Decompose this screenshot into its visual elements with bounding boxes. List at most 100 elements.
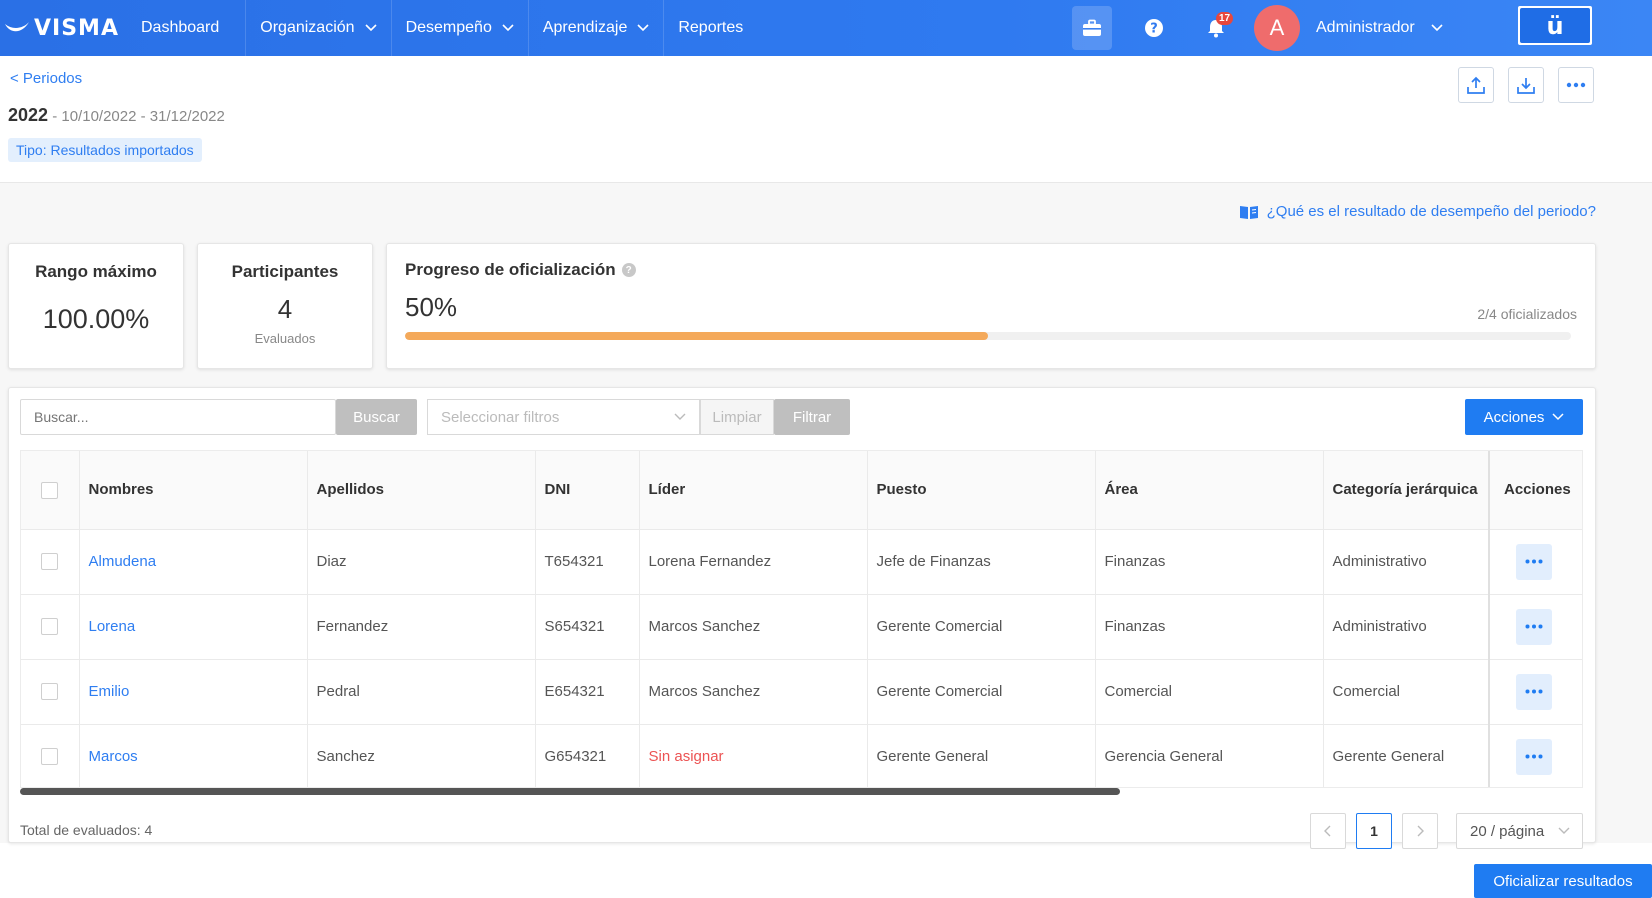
filter-select[interactable]: Seleccionar filtros <box>427 399 700 435</box>
chevron-down-icon <box>1431 24 1443 32</box>
cell-lider: Marcos Sanchez <box>639 659 868 725</box>
row-checkbox[interactable] <box>41 683 59 701</box>
period-year: 2022 <box>8 105 49 125</box>
upload-button[interactable] <box>1458 67 1494 103</box>
cell-acciones <box>1488 659 1582 725</box>
row-checkbox[interactable] <box>41 618 59 636</box>
info-icon[interactable]: ? <box>621 263 636 277</box>
cell-acciones <box>1488 594 1582 660</box>
type-tag: Tipo: Resultados importados <box>8 138 202 162</box>
page-1-button[interactable]: 1 <box>1356 813 1392 849</box>
row-checkbox[interactable] <box>41 748 59 766</box>
notifications-button[interactable]: 17 <box>1196 6 1236 50</box>
nav-organizacion[interactable]: Organización <box>246 0 390 56</box>
help-link[interactable]: ¿Qué es el resultado de desempeño del pe… <box>1239 203 1596 220</box>
search-button[interactable]: Buscar <box>336 399 417 435</box>
cell-categoria: Administrativo <box>1323 529 1490 595</box>
cell-area: Finanzas <box>1095 594 1324 660</box>
briefcase-icon <box>1083 19 1101 36</box>
officialize-results-button[interactable]: Oficializar resultados <box>1474 864 1652 898</box>
column-header-nombres[interactable]: Nombres <box>79 451 308 530</box>
cell-nombre-link[interactable]: Lorena <box>79 594 308 660</box>
back-to-periods-link[interactable]: < Periodos <box>10 70 82 87</box>
participants-card: Participantes 4 Evaluados <box>197 243 373 369</box>
cell-dni: S654321 <box>535 594 640 660</box>
max-range-card: Rango máximo 100.00% <box>8 243 184 369</box>
more-dots-icon <box>1525 624 1543 629</box>
user-menu[interactable]: Administrador <box>1316 19 1443 37</box>
help-button[interactable]: ? <box>1134 6 1174 50</box>
cell-categoria: Comercial <box>1323 659 1490 725</box>
progress-percent: 50% <box>405 292 458 322</box>
row-actions-button[interactable] <box>1516 543 1552 580</box>
filter-button[interactable]: Filtrar <box>774 399 850 435</box>
help-circle-icon: ? <box>1145 19 1163 37</box>
row-select-cell <box>21 529 80 595</box>
cell-apellido: Fernandez <box>307 594 536 660</box>
book-icon <box>1239 205 1258 219</box>
cell-puesto: Gerente General <box>867 724 1096 787</box>
row-select-cell <box>21 594 80 660</box>
cell-nombre-link[interactable]: Marcos <box>79 724 308 787</box>
row-actions-button[interactable] <box>1516 738 1552 775</box>
progress-title: Progreso de oficialización ? <box>405 260 636 280</box>
actions-button[interactable]: Acciones <box>1465 399 1583 435</box>
avatar[interactable]: A <box>1254 5 1300 51</box>
row-checkbox[interactable] <box>41 553 59 571</box>
row-select-cell <box>21 724 80 787</box>
more-dots-icon <box>1525 559 1543 564</box>
column-header-categoria[interactable]: Categoría jerárquica <box>1323 451 1490 530</box>
notification-badge: 17 <box>1216 12 1234 25</box>
total-evaluated: Total de evaluados: 4 <box>20 822 153 838</box>
cell-dni: G654321 <box>535 724 640 787</box>
row-actions-button[interactable] <box>1516 673 1552 710</box>
progress-bar <box>405 332 1571 340</box>
cell-area: Comercial <box>1095 659 1324 725</box>
table-row: Marcos Sanchez G654321 Sin asignar Geren… <box>21 724 1582 787</box>
visma-swoosh-icon <box>5 22 29 32</box>
cell-puesto: Jefe de Finanzas <box>867 529 1096 595</box>
next-page-button[interactable] <box>1402 813 1438 849</box>
page-size-select[interactable]: 20 / página <box>1456 813 1583 849</box>
progress-bar-fill <box>405 332 988 340</box>
more-options-button[interactable] <box>1558 67 1594 103</box>
cell-dni: T654321 <box>535 529 640 595</box>
select-all-cell <box>21 451 80 530</box>
nav-desempeno[interactable]: Desempeño <box>392 0 528 56</box>
app-switcher-button[interactable]: ü <box>1518 6 1592 45</box>
chevron-left-icon <box>1324 825 1331 837</box>
clear-button[interactable]: Limpiar <box>700 399 774 435</box>
column-header-puesto[interactable]: Puesto <box>867 451 1096 530</box>
select-all-checkbox[interactable] <box>41 481 59 499</box>
column-header-lider[interactable]: Líder <box>639 451 868 530</box>
column-header-area[interactable]: Área <box>1095 451 1324 530</box>
cell-categoria: Administrativo <box>1323 594 1490 660</box>
table-header-row: Nombres Apellidos DNI Líder Puesto Área … <box>21 451 1582 530</box>
chevron-down-icon <box>364 24 377 32</box>
search-input[interactable] <box>20 399 336 435</box>
download-button[interactable] <box>1508 67 1544 103</box>
row-actions-button[interactable] <box>1516 608 1552 645</box>
briefcase-button[interactable] <box>1072 6 1112 50</box>
horizontal-scrollbar[interactable] <box>20 788 1120 795</box>
nav-dashboard[interactable]: Dashboard <box>126 0 245 56</box>
nav-reportes[interactable]: Reportes <box>664 0 757 56</box>
visma-logo[interactable]: VISMA <box>0 16 126 41</box>
chevron-down-icon <box>1552 413 1564 421</box>
more-dots-icon <box>1566 82 1586 88</box>
cell-nombre-link[interactable]: Almudena <box>79 529 308 595</box>
nav-aprendizaje[interactable]: Aprendizaje <box>529 0 664 56</box>
period-title: 2022 - 10/10/2022 - 31/12/2022 <box>8 105 225 126</box>
prev-page-button[interactable] <box>1310 813 1346 849</box>
column-header-apellidos[interactable]: Apellidos <box>307 451 536 530</box>
results-table: Nombres Apellidos DNI Líder Puesto Área … <box>20 450 1583 788</box>
app-switcher-label: ü <box>1520 8 1590 43</box>
cell-nombre-link[interactable]: Emilio <box>79 659 308 725</box>
cell-dni: E654321 <box>535 659 640 725</box>
participants-label: Participantes <box>231 262 339 281</box>
column-header-dni[interactable]: DNI <box>535 451 640 530</box>
chevron-down-icon <box>502 24 514 32</box>
table-row: Almudena Diaz T654321 Lorena Fernandez J… <box>21 529 1582 595</box>
chevron-down-icon <box>637 24 649 32</box>
cell-categoria: Gerente General <box>1323 724 1490 787</box>
